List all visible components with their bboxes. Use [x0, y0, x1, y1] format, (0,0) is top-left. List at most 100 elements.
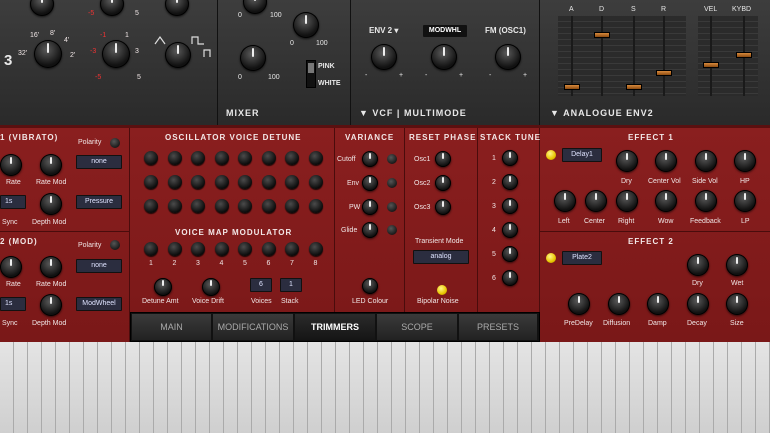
vmap-knob[interactable] [214, 242, 229, 256]
lfo2-polarity-select[interactable]: none [76, 259, 122, 273]
piano-key[interactable] [742, 342, 756, 433]
vmap-knob[interactable] [167, 242, 182, 256]
piano-key[interactable] [476, 342, 490, 433]
voices-select[interactable]: 6 [250, 278, 272, 292]
piano-key[interactable] [98, 342, 112, 433]
lfo1-rate-knob[interactable] [0, 154, 22, 176]
piano-key[interactable] [630, 342, 644, 433]
detune-knob[interactable] [238, 175, 252, 189]
piano-key[interactable] [70, 342, 84, 433]
detune-knob[interactable] [191, 151, 205, 165]
detune-knob[interactable] [285, 151, 299, 165]
detune-knob[interactable] [285, 175, 299, 189]
variance-glide-knob[interactable] [362, 222, 378, 238]
piano-key[interactable] [700, 342, 714, 433]
lfo2-rate-mod-knob[interactable] [40, 256, 62, 278]
stack-tune-knob[interactable] [502, 174, 518, 190]
piano-key[interactable] [462, 342, 476, 433]
tab-modifications[interactable]: MODIFICATIONS [213, 314, 294, 340]
piano-key[interactable] [308, 342, 322, 433]
stack-select[interactable]: 1 [280, 278, 302, 292]
piano-key[interactable] [266, 342, 280, 433]
piano-key[interactable] [420, 342, 434, 433]
piano-key[interactable] [224, 342, 238, 433]
detune-knob[interactable] [308, 199, 323, 213]
effect1-hp-knob[interactable] [734, 150, 756, 172]
noise-switch[interactable] [306, 60, 316, 88]
detune-knob[interactable] [238, 151, 252, 165]
detune-knob[interactable] [261, 151, 276, 165]
effect2-damp-knob[interactable] [647, 293, 669, 315]
bipolar-noise-led[interactable] [437, 285, 447, 295]
mixer-noise-knob[interactable] [240, 45, 266, 71]
piano-key[interactable] [210, 342, 224, 433]
piano-key[interactable] [182, 342, 196, 433]
env-sustain-slider[interactable] [626, 84, 642, 90]
variance-glide-led[interactable] [387, 225, 397, 235]
piano-key[interactable] [196, 342, 210, 433]
piano-key[interactable] [28, 342, 42, 433]
piano-key[interactable] [0, 342, 14, 433]
tab-presets[interactable]: PRESETS [459, 314, 538, 340]
lfo2-mod-source-select[interactable]: ModWheel [76, 297, 122, 311]
lfo2-polarity-led[interactable] [110, 240, 120, 250]
lfo2-sync-select[interactable]: 1s [0, 297, 26, 311]
stack-tune-knob[interactable] [502, 270, 518, 286]
vmap-knob[interactable] [238, 242, 252, 256]
detune-knob[interactable] [144, 175, 158, 189]
piano-key[interactable] [322, 342, 336, 433]
osc-wave-knob-top-1[interactable] [30, 0, 54, 16]
piano-key[interactable] [518, 342, 532, 433]
stack-tune-knob[interactable] [502, 198, 518, 214]
effect2-wet-knob[interactable] [726, 254, 748, 276]
osc-wave-knob-top-3[interactable] [165, 0, 189, 16]
variance-env-knob[interactable] [362, 175, 378, 191]
detune-amt-knob[interactable] [154, 278, 172, 296]
detune-knob[interactable] [167, 199, 182, 213]
effect1-center-knob[interactable] [585, 190, 607, 212]
effect1-dry-knob[interactable] [616, 150, 638, 172]
detune-knob[interactable] [191, 175, 205, 189]
detune-knob[interactable] [214, 175, 229, 189]
effect1-center-vol-knob[interactable] [655, 150, 677, 172]
detune-knob[interactable] [261, 175, 276, 189]
stack-tune-knob[interactable] [502, 150, 518, 166]
piano-key[interactable] [532, 342, 546, 433]
piano-key[interactable] [336, 342, 350, 433]
variance-pw-knob[interactable] [362, 199, 378, 215]
effect2-size-knob[interactable] [726, 293, 748, 315]
variance-cutoff-knob[interactable] [362, 151, 378, 167]
effect2-decay-knob[interactable] [687, 293, 709, 315]
effect1-wow-knob[interactable] [655, 190, 677, 212]
lfo1-rate-mod-knob[interactable] [40, 154, 62, 176]
piano-key[interactable] [672, 342, 686, 433]
effect2-type-select[interactable]: Plate2 [562, 251, 602, 265]
piano-key[interactable] [14, 342, 28, 433]
effect2-enable-led[interactable] [546, 253, 556, 263]
piano-key[interactable] [364, 342, 378, 433]
vmap-knob[interactable] [144, 242, 158, 256]
vcf-modwhl-knob[interactable] [431, 44, 457, 70]
transient-mode-select[interactable]: analog [413, 250, 469, 264]
tab-scope[interactable]: SCOPE [377, 314, 458, 340]
vmap-knob[interactable] [261, 242, 276, 256]
tab-trimmers[interactable]: TRIMMERS [295, 314, 376, 340]
osc-wave-knob-top-2[interactable] [100, 0, 124, 16]
effect2-diffusion-knob[interactable] [608, 293, 630, 315]
piano-key[interactable] [588, 342, 602, 433]
piano-key[interactable] [238, 342, 252, 433]
piano-key[interactable] [728, 342, 742, 433]
detune-knob[interactable] [308, 175, 323, 189]
variance-env-led[interactable] [387, 178, 397, 188]
vmap-knob[interactable] [191, 242, 205, 256]
piano-key[interactable] [602, 342, 616, 433]
piano-key[interactable] [378, 342, 392, 433]
effect1-type-select[interactable]: Delay1 [562, 148, 602, 162]
env-release-slider[interactable] [656, 70, 672, 76]
piano-key[interactable] [686, 342, 700, 433]
piano-key[interactable] [406, 342, 420, 433]
lfo1-polarity-select[interactable]: none [76, 155, 122, 169]
voice-drift-knob[interactable] [202, 278, 220, 296]
lfo1-polarity-led[interactable] [110, 138, 120, 148]
effect1-feedback-knob[interactable] [695, 190, 717, 212]
